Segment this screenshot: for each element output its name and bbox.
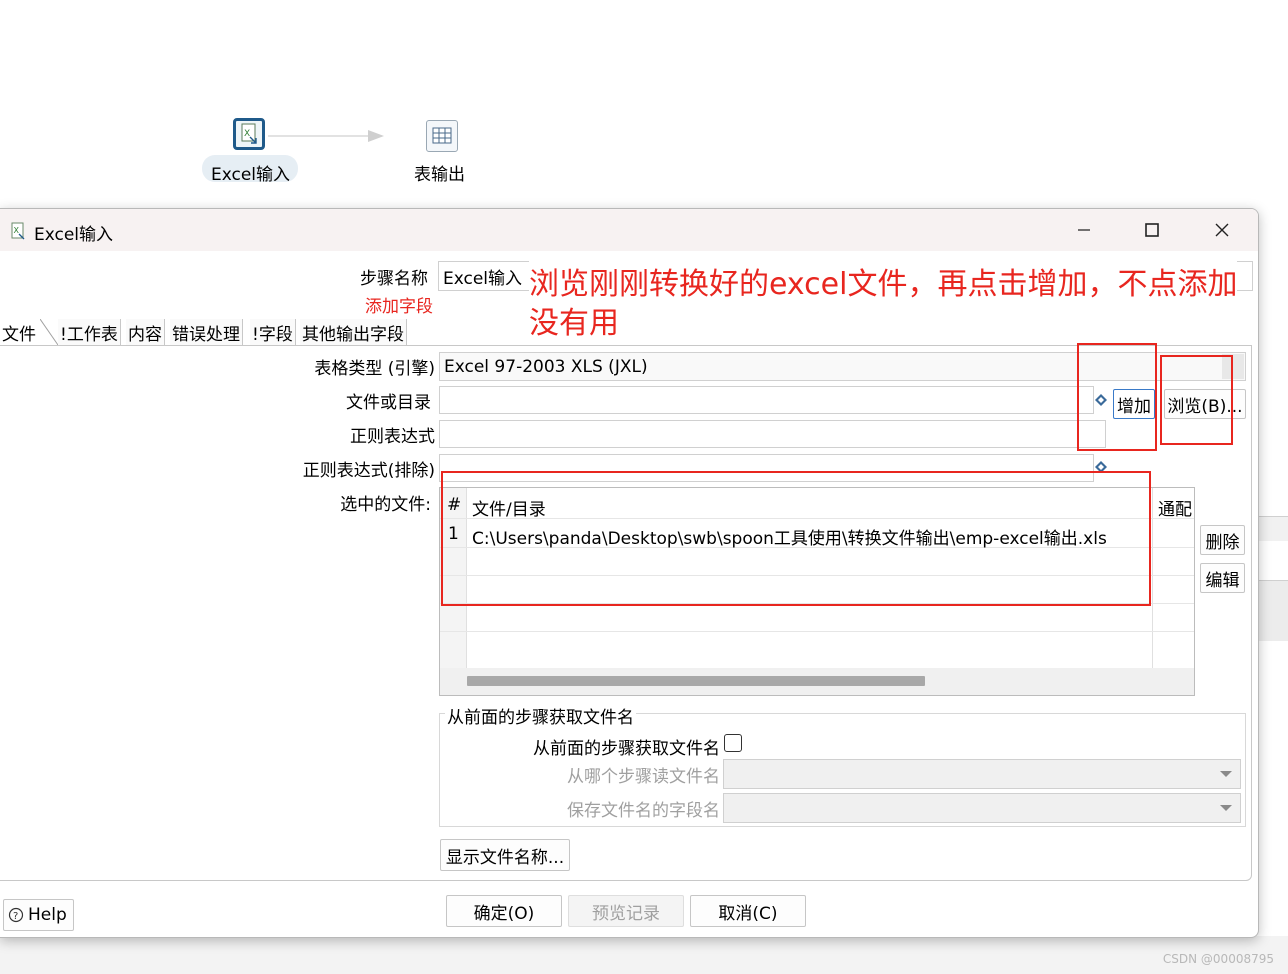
filename-field-label: 保存文件名的字段名 [567,801,720,821]
watermark: CSDN @00008795 [1162,952,1274,966]
regex-exclude-label: 正则表达式(排除) [302,461,435,481]
annotation-text-line1: 浏览刚刚转换好的excel文件，再点击增加，不点添加 [529,259,1238,303]
maximize-icon [1145,223,1159,237]
filename-field-select[interactable] [723,793,1241,823]
excel-input-dialog: X Excel输入 步骤名称 Excel输入 添加字段 浏览刚刚转换好的exce… [0,208,1259,938]
regex-input[interactable] [439,420,1106,448]
ok-button[interactable]: 确定(O) [446,895,562,927]
tab-additional-output-fields[interactable]: 其他输出字段 [300,319,407,345]
svg-text:X: X [244,129,250,139]
annotation-box-files [441,471,1151,606]
read-step-label: 从哪个步骤读文件名 [567,767,720,787]
column-divider [1152,488,1153,668]
file-or-dir-input[interactable] [439,386,1094,414]
minimize-icon [1078,229,1090,231]
dialog-titlebar[interactable]: X Excel输入 [0,209,1258,251]
help-icon: ? [8,907,24,923]
maximize-button[interactable] [1120,209,1184,251]
step-name-label: 步骤名称 [360,269,428,289]
cancel-button[interactable]: 取消(C) [690,895,806,927]
tab-error-handling[interactable]: 错误处理 [170,319,243,345]
file-or-dir-label: 文件或目录 [346,393,431,413]
preview-button[interactable]: 预览记录 [568,895,684,927]
chevron-down-icon [1220,771,1232,777]
table-header-wildcard[interactable]: 通配 [1158,495,1192,520]
add-fields-link[interactable]: 添加字段 [365,292,433,317]
tab-fields[interactable]: !字段 [250,319,296,345]
tab-additional-output-fields-label: 其他输出字段 [302,324,404,345]
edit-button[interactable]: 编辑 [1200,563,1245,593]
close-icon [1215,223,1229,237]
excel-file-icon: X [11,222,25,240]
excel-input-node-label[interactable]: Excel输入 [211,160,290,185]
svg-text:?: ? [13,911,18,922]
excel-input-node-icon[interactable]: X [233,118,265,150]
horizontal-scrollbar-thumb[interactable] [467,676,925,686]
show-filenames-button[interactable]: 显示文件名称... [440,839,570,871]
help-button[interactable]: ? Help [3,899,74,931]
selected-files-label: 选中的文件: [340,495,431,515]
background-panel-edge [1258,516,1288,541]
help-label: Help [28,905,67,925]
tab-file-label: 文件 [2,324,36,345]
background-bottom-strip [0,936,1288,974]
annotation-box-browse [1160,355,1233,445]
tab-content[interactable]: 内容 [126,319,165,345]
regex-label: 正则表达式 [350,427,435,447]
tab-fields-label: !字段 [252,324,293,345]
delete-button[interactable]: 删除 [1200,525,1245,555]
spreadsheet-type-label: 表格类型 (引擎) [314,359,435,379]
tab-error-handling-label: 错误处理 [172,324,240,345]
hop-arrow[interactable] [268,126,388,146]
prev-step-group-legend: 从前面的步骤获取文件名 [445,703,636,728]
chevron-down-icon [1220,805,1232,811]
annotation-box-add [1077,343,1157,451]
minimize-button[interactable] [1052,209,1116,251]
dialog-title: Excel输入 [34,225,114,245]
prev-step-checkbox-label: 从前面的步骤获取文件名 [533,739,720,759]
canvas: X Excel输入 表输出 [0,0,1288,208]
tab-sheets-label: !工作表 [60,324,118,345]
tab-content-label: 内容 [128,324,162,345]
read-step-select[interactable] [723,759,1241,789]
table-output-node-label[interactable]: 表输出 [414,160,465,185]
tab-sheets[interactable]: !工作表 [58,319,121,345]
svg-text:X: X [14,226,20,235]
table-output-node-icon[interactable] [426,120,458,152]
annotation-text-line2: 没有用 [529,306,619,341]
prev-step-checkbox[interactable] [724,734,742,752]
close-button[interactable] [1190,209,1254,251]
tab-file-edge [40,319,59,346]
background-panel-edge [1258,580,1288,641]
row-divider [440,631,1194,632]
